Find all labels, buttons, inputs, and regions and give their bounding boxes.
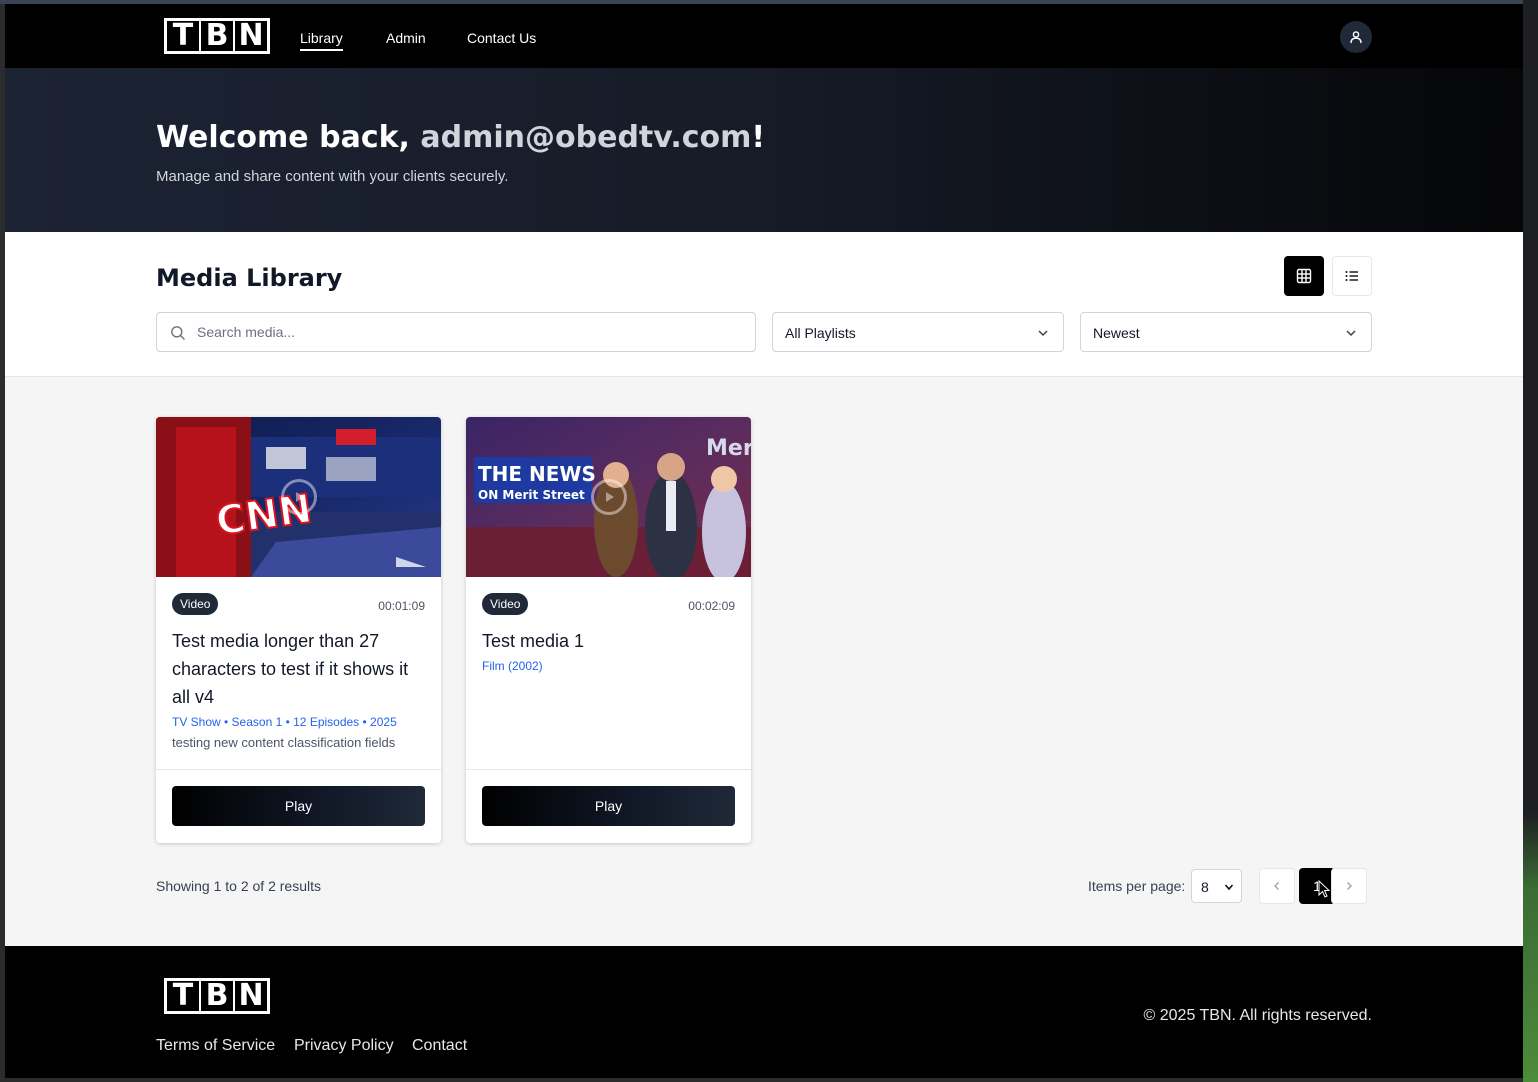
desktop-background-edge [1523,0,1538,1082]
grid-view-button[interactable] [1284,256,1324,296]
playlist-filter-value: All Playlists [785,325,856,341]
merit-logo-text: Merit [706,436,751,461]
chevron-down-icon [1224,884,1234,891]
logo-letter: B [201,21,233,51]
tbn-footer-logo[interactable]: T B N [164,978,270,1014]
card-divider [156,769,441,770]
tbn-logo[interactable]: T B N [164,18,270,54]
media-duration: 00:02:09 [688,599,735,613]
media-thumbnail[interactable]: CNN [156,417,441,577]
news-subtitle-text: ON Merit Street [478,488,585,502]
user-email: admin@obedtv.com [420,120,752,155]
page-footer: T B N Terms of Service Privacy Policy Co… [5,946,1523,1078]
media-classification: Film (2002) [482,659,543,673]
account-button[interactable] [1340,21,1372,53]
media-card[interactable]: CNN Video 00:01:09 Test media longer tha… [156,417,441,843]
chevron-down-icon [1038,330,1048,337]
nav-link-contact-us[interactable]: Contact Us [467,30,536,46]
footer-link-terms[interactable]: Terms of Service [156,1037,275,1055]
media-type-badge: Video [172,593,219,615]
logo-letter: T [167,981,199,1011]
browser-viewport: T B N Library Admin Contact Us Welcome b… [5,4,1523,1078]
media-description: testing new content classification field… [172,735,396,750]
play-button[interactable]: Play [172,786,425,826]
welcome-hero: Welcome back, admin@obedtv.com! Manage a… [5,68,1523,232]
logo-letter: T [167,21,199,51]
welcome-title: Welcome back, admin@obedtv.com! [156,120,765,155]
results-summary: Showing 1 to 2 of 2 results [156,878,321,894]
search-icon [171,326,185,340]
card-divider [466,769,751,770]
media-type-badge: Video [482,593,529,615]
grid-icon [1296,268,1312,284]
welcome-suffix: ! [751,120,766,155]
page-title: Media Library [156,264,343,292]
next-page-button[interactable] [1331,868,1367,904]
sort-value: Newest [1093,325,1140,341]
list-icon [1345,271,1358,281]
playlist-filter-select[interactable]: All Playlists [772,312,1064,352]
logo-letter: N [235,21,267,51]
top-navbar: T B N Library Admin Contact Us [5,4,1523,68]
news-title-text: THE NEWS [478,462,596,486]
list-view-button[interactable] [1332,256,1372,296]
nav-link-library[interactable]: Library [300,30,343,51]
play-overlay-icon[interactable] [281,479,317,515]
previous-page-button[interactable] [1259,868,1295,904]
footer-link-privacy[interactable]: Privacy Policy [294,1037,394,1055]
mouse-cursor-icon [1318,880,1330,898]
library-toolbar: Media Library Search media... All Playli… [5,232,1523,377]
media-classification: TV Show • Season 1 • 12 Episodes • 2025 [172,715,397,729]
logo-letter: B [201,981,233,1011]
sort-select[interactable]: Newest [1080,312,1372,352]
footer-link-contact[interactable]: Contact [412,1037,467,1055]
nav-link-admin[interactable]: Admin [386,30,426,46]
logo-letter: N [235,981,267,1011]
media-title: Test media 1 [482,631,585,651]
media-title: Test media longer than 27 characters to … [172,631,409,707]
media-duration: 00:01:09 [378,599,425,613]
user-icon [1350,31,1362,44]
search-field[interactable] [156,312,756,352]
chevron-down-icon [1346,330,1356,337]
chevron-right-icon [1347,882,1352,890]
search-input[interactable] [197,313,747,351]
play-overlay-icon[interactable] [591,479,627,515]
welcome-prefix: Welcome back, [156,120,421,155]
items-per-page-select[interactable]: 8 [1191,869,1242,903]
items-per-page-label: Items per page: [1088,878,1186,894]
media-thumbnail[interactable]: THE NEWS ON Merit Street Merit [466,417,751,577]
media-card[interactable]: THE NEWS ON Merit Street Merit Video 00:… [466,417,751,843]
items-per-page-value: 8 [1201,879,1209,895]
play-button[interactable]: Play [482,786,735,826]
copyright-text: © 2025 TBN. All rights reserved. [1143,1007,1372,1024]
chevron-left-icon [1274,882,1279,890]
welcome-subtitle: Manage and share content with your clien… [156,168,509,185]
